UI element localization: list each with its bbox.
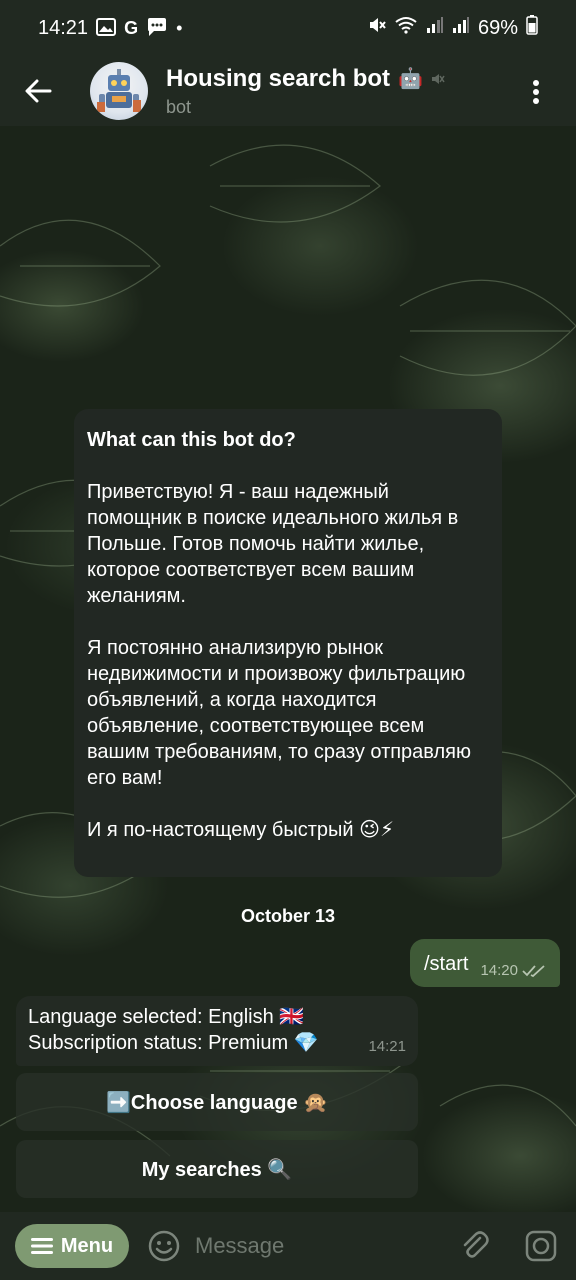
message-input[interactable] bbox=[195, 1224, 483, 1268]
incoming-message-line-2: Subscription status: Premium 💎 bbox=[28, 1032, 319, 1054]
incoming-message-line-1: Language selected: English 🇬🇧 bbox=[28, 1006, 305, 1028]
input-bar: Menu bbox=[0, 1212, 576, 1280]
my-searches-label: My searches 🔍 bbox=[141, 1158, 293, 1181]
battery-level: 69% bbox=[477, 16, 518, 39]
chat-subtitle: bot bbox=[166, 96, 192, 117]
chat-area[interactable]: What can this bot do? Приветствую! Я - в… bbox=[0, 126, 576, 1212]
chat-title[interactable]: Housing search bot 🤖 bbox=[166, 65, 445, 93]
incoming-message[interactable]: Language selected: English 🇬🇧 Subscripti… bbox=[16, 996, 418, 1066]
emoji-button[interactable] bbox=[147, 1229, 181, 1263]
signal-icon-1 bbox=[426, 16, 444, 40]
my-searches-button[interactable]: My searches 🔍 bbox=[16, 1140, 418, 1198]
outgoing-message-time: 14:20 bbox=[480, 962, 518, 979]
bot-info-title: What can this bot do? bbox=[87, 429, 296, 451]
mute-icon bbox=[368, 16, 386, 40]
outgoing-message-text: /start bbox=[424, 953, 469, 975]
robot-emoji: 🤖 bbox=[398, 68, 423, 90]
bot-info-paragraph-3: И я по-настоящему быстрый 😉⚡ bbox=[87, 819, 394, 841]
date-separator-text: October 13 bbox=[240, 906, 336, 926]
chat-header: Housing search bot 🤖 bot bbox=[0, 56, 576, 126]
choose-language-label: ➡️Choose language 🙊 bbox=[105, 1091, 329, 1114]
robot-avatar-icon bbox=[97, 69, 141, 112]
google-notification-icon: G bbox=[124, 18, 139, 38]
more-vert-icon bbox=[533, 80, 539, 104]
bot-avatar[interactable] bbox=[90, 62, 148, 120]
outgoing-message[interactable]: /start 14:20 bbox=[410, 939, 560, 987]
wifi-icon bbox=[394, 16, 418, 40]
paperclip-icon bbox=[463, 1231, 489, 1258]
arrow-left-icon bbox=[25, 79, 52, 103]
attach-button[interactable] bbox=[458, 1229, 492, 1263]
gallery-notification-icon bbox=[96, 17, 117, 39]
battery-icon bbox=[526, 15, 538, 41]
bot-menu-button[interactable]: Menu bbox=[15, 1224, 129, 1268]
bot-info-card: What can this bot do? Приветствую! Я - в… bbox=[74, 409, 502, 877]
bot-info-paragraph-1: Приветствую! Я - ваш надежный помощник в… bbox=[87, 481, 459, 607]
camera-icon bbox=[525, 1230, 557, 1262]
chat-title-text: Housing search bot bbox=[166, 64, 391, 92]
status-time: 14:21 bbox=[38, 16, 89, 39]
status-bar: 14:21 G • 69% bbox=[0, 0, 576, 56]
more-options-button[interactable] bbox=[514, 70, 558, 114]
chat-notification-icon bbox=[146, 17, 168, 40]
bot-info-paragraph-2: Я постоянно анализирую рынок недвижимост… bbox=[87, 637, 471, 789]
back-button[interactable] bbox=[0, 56, 76, 126]
smiley-icon bbox=[148, 1230, 180, 1262]
menu-button-label: Menu bbox=[60, 1234, 114, 1257]
double-check-icon bbox=[522, 964, 545, 977]
incoming-message-time: 14:21 bbox=[368, 1038, 406, 1055]
camera-button[interactable] bbox=[524, 1229, 558, 1263]
date-separator: October 13 bbox=[0, 902, 576, 931]
choose-language-button[interactable]: ➡️Choose language 🙊 bbox=[16, 1073, 418, 1131]
signal-icon-2 bbox=[452, 16, 470, 40]
muted-icon bbox=[431, 65, 445, 93]
more-notifications-dot-icon: • bbox=[176, 18, 183, 38]
hamburger-icon bbox=[30, 1238, 53, 1254]
